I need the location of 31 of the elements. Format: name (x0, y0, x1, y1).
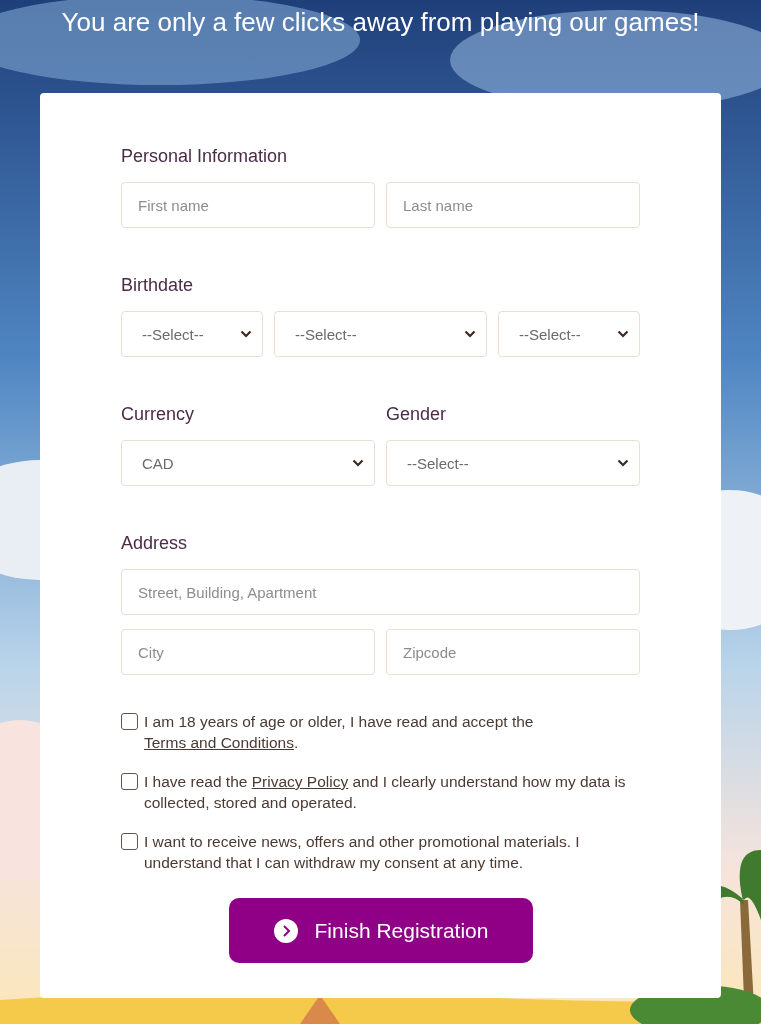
link[interactable]: Privacy Policy (251, 773, 349, 790)
headline: You are only a few clicks away from playing our games! (61, 6, 700, 39)
consent-text: I am 18 years of age or older, I have read and accept the Terms and Conditions. (144, 712, 535, 753)
consent-text: I have read the Privacy Policy and I clearly understand how my data is collected, stored and operated. (144, 772, 627, 813)
checkbox[interactable] (121, 713, 138, 730)
section-label: Birthdate (121, 274, 195, 296)
link[interactable]: Terms and Conditions (144, 734, 294, 751)
dropdown[interactable]: --Select-- (386, 440, 640, 486)
dropdown[interactable]: --Select-- (274, 311, 487, 357)
field-label: Gender (386, 403, 448, 425)
dropdown[interactable]: --Select-- (121, 311, 263, 357)
chevron-icon (240, 330, 252, 338)
finish-registration-button[interactable]: Finish Registration (228, 898, 533, 963)
checkbox[interactable] (121, 773, 138, 790)
chevron-circle-icon (272, 917, 299, 944)
text-field[interactable]: Street, Building, Apartment (121, 569, 640, 615)
chevron-icon (617, 459, 629, 467)
chevron-icon (352, 459, 364, 467)
section-label: Personal Information (121, 145, 289, 167)
chevron-icon (617, 330, 629, 338)
dropdown[interactable]: --Select-- (498, 311, 640, 357)
text-field[interactable]: First name (121, 182, 375, 228)
chevron-icon (464, 330, 476, 338)
text-field[interactable]: Last name (386, 182, 640, 228)
text-field[interactable]: Zipcode (386, 629, 640, 675)
text-field[interactable]: City (121, 629, 375, 675)
consent-text: I want to receive news, offers and other promotional materials. I understand that I can withdraw my consent at any time. (144, 832, 581, 873)
field-label: Currency (121, 403, 196, 425)
dropdown[interactable]: CAD (121, 440, 375, 486)
checkbox[interactable] (121, 833, 138, 850)
section-label: Address (121, 532, 189, 554)
